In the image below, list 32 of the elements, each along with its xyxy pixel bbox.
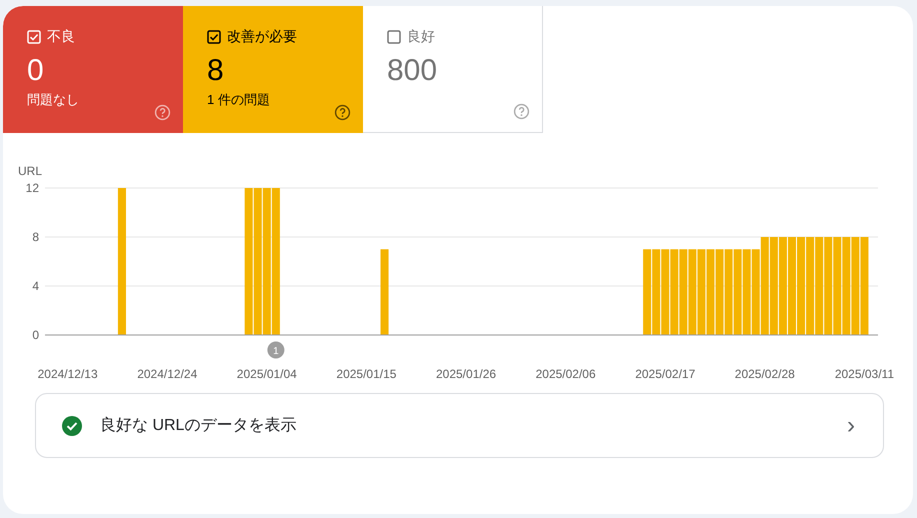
link-label: 良好な URLのデータを表示: [100, 416, 298, 436]
x-tick-label: 2025/02/28: [734, 367, 795, 381]
tile-count: 8: [207, 54, 225, 87]
tile-label: 不良: [47, 28, 75, 46]
y-tick-label: 0: [32, 328, 39, 342]
annotation-marker[interactable]: 1: [267, 342, 284, 358]
good-urls-row[interactable]: 良好な URLのデータを表示 ›: [35, 393, 884, 458]
x-tick-label: 2025/01/04: [236, 367, 297, 381]
x-tick-label: 2025/01/26: [436, 367, 496, 381]
checkbox-icon[interactable]: [387, 30, 401, 44]
check-circle-icon: [62, 416, 82, 436]
tile-label: 良好: [407, 28, 435, 46]
x-tick-label: 2024/12/24: [137, 367, 198, 381]
chevron-icon: ›: [847, 414, 855, 438]
tile-note: 問題なし: [27, 91, 80, 109]
x-tick-label: 2024/12/13: [38, 367, 98, 381]
x-tick-label: 2025/01/15: [336, 367, 396, 381]
x-tick-label: 2025/02/06: [536, 367, 596, 381]
tile-count: 0: [27, 54, 45, 87]
y-tick-label: 12: [26, 181, 39, 195]
status-tile[interactable]: 改善が必要 8 1 件の問題: [183, 6, 363, 133]
y-axis-label: URL: [18, 164, 42, 178]
x-tick-label: 2025/03/11: [834, 367, 894, 381]
y-tick-label: 4: [32, 279, 39, 293]
tile-label: 改善が必要: [227, 28, 297, 46]
status-tile[interactable]: 良好 800: [363, 6, 543, 133]
checkbox-icon[interactable]: [207, 30, 221, 44]
tile-note: 1 件の問題: [207, 91, 271, 109]
tile-count: 800: [387, 54, 438, 87]
help-icon[interactable]: [334, 104, 351, 121]
x-tick-label: 2025/02/17: [635, 367, 696, 381]
y-tick-label: 8: [32, 230, 39, 244]
